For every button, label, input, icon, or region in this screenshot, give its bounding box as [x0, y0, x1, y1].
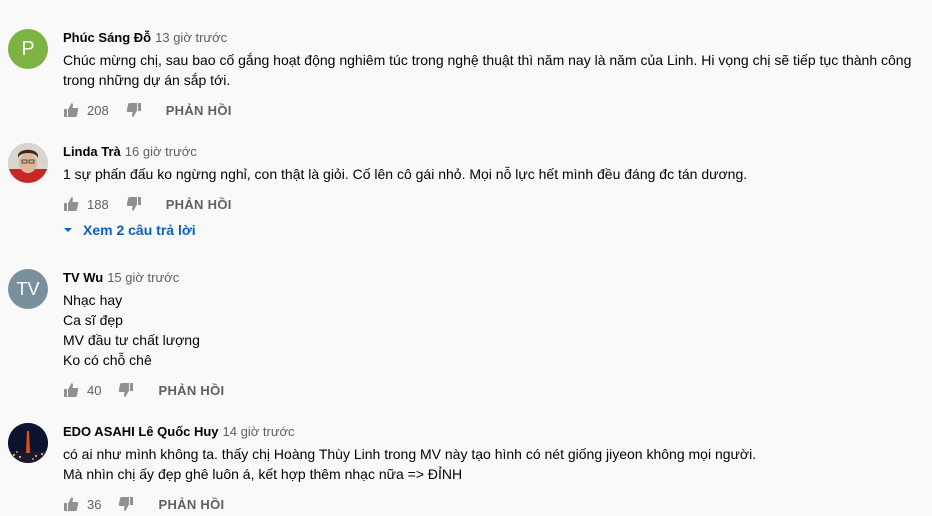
like-count: 188: [87, 196, 109, 212]
avatar-initial: TV: [16, 278, 40, 299]
comment-text: có ai như mình không ta. thấy chị Hoàng …: [63, 444, 923, 484]
comment-line: Nhạc hay: [63, 292, 123, 308]
avatar[interactable]: P: [8, 29, 48, 69]
like-count: 36: [87, 496, 102, 512]
thumbs-up-icon[interactable]: [63, 496, 79, 512]
comment-actions: 208 PHẢN HỒI: [63, 100, 232, 120]
comment-time[interactable]: 15 giờ trước: [107, 270, 179, 285]
avatar-photo: [8, 423, 48, 463]
avatar-photo: [8, 143, 48, 183]
thumbs-up-icon[interactable]: [63, 382, 79, 398]
reply-button[interactable]: PHẢN HỒI: [158, 497, 224, 512]
author-name[interactable]: Linda Trà: [63, 144, 121, 159]
comment-text: 1 sự phấn đấu ko ngừng nghỉ, con thật là…: [63, 164, 923, 184]
caret-down-icon: [64, 228, 72, 232]
view-replies-button[interactable]: Xem 2 câu trả lời: [63, 222, 196, 238]
comment-header: Linda Trà 16 giờ trước: [63, 144, 197, 160]
comment-header: Phúc Sáng Đỗ 13 giờ trước: [63, 30, 227, 46]
reply-button[interactable]: PHẢN HỒI: [166, 103, 232, 118]
avatar[interactable]: [8, 423, 48, 463]
avatar-initial: P: [21, 37, 35, 60]
comment-line: Mà nhìn chị ấy đẹp ghê luôn á, kết hợp t…: [63, 466, 463, 482]
author-name[interactable]: Phúc Sáng Đỗ: [63, 30, 151, 45]
comment-header: TV Wu 15 giờ trước: [63, 270, 179, 286]
comment-text: Chúc mừng chị, sau bao cố gắng hoạt động…: [63, 50, 923, 90]
thumbs-down-icon[interactable]: [126, 196, 142, 212]
comment-line: có ai như mình không ta. thấy chị Hoàng …: [63, 446, 757, 462]
comment-time[interactable]: 14 giờ trước: [223, 424, 295, 439]
like-count: 208: [87, 102, 109, 118]
like-count: 40: [87, 382, 102, 398]
avatar[interactable]: [8, 143, 48, 183]
comment-line: Ko có chỗ chê: [63, 352, 152, 368]
thumbs-up-icon[interactable]: [63, 102, 79, 118]
author-name[interactable]: EDO ASAHI Lê Quốc Huy: [63, 424, 219, 439]
thumbs-down-icon[interactable]: [126, 102, 142, 118]
thumbs-down-icon[interactable]: [118, 382, 134, 398]
comment-line: Ca sĩ đẹp: [63, 312, 123, 328]
comment-line: 1 sự phấn đấu ko ngừng nghỉ, con thật là…: [63, 166, 748, 182]
reply-button[interactable]: PHẢN HỒI: [158, 383, 224, 398]
comment-actions: 40 PHẢN HỒI: [63, 380, 224, 400]
comment-actions: 188 PHẢN HỒI: [63, 194, 232, 214]
thumbs-up-icon[interactable]: [63, 196, 79, 212]
comment-text: Nhạc hay Ca sĩ đẹp MV đầu tư chất lượng …: [63, 290, 923, 370]
comment-line: MV đầu tư chất lượng: [63, 332, 200, 348]
comment-header: EDO ASAHI Lê Quốc Huy 14 giờ trước: [63, 424, 295, 440]
thumbs-down-icon[interactable]: [118, 496, 134, 512]
comment-time[interactable]: 16 giờ trước: [125, 144, 197, 159]
author-name[interactable]: TV Wu: [63, 270, 103, 285]
view-replies-label: Xem 2 câu trả lời: [83, 222, 196, 238]
comment-line: Chúc mừng chị, sau bao cố gắng hoạt động…: [63, 52, 912, 68]
avatar[interactable]: TV: [8, 269, 48, 309]
comment-line: trong những dự án sắp tới.: [63, 72, 231, 88]
comment-time[interactable]: 13 giờ trước: [155, 30, 227, 45]
comment-actions: 36 PHẢN HỒI: [63, 494, 224, 514]
reply-button[interactable]: PHẢN HỒI: [166, 197, 232, 212]
